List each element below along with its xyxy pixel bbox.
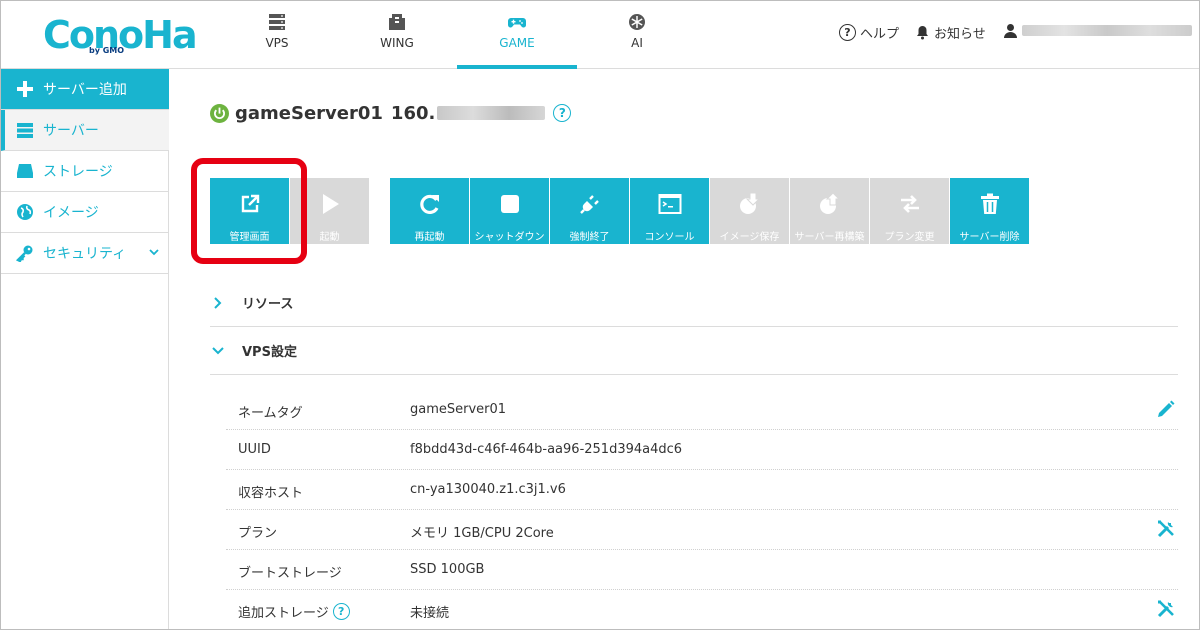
key-icon	[15, 244, 35, 262]
server-title: gameServer01 160. ?	[210, 101, 572, 125]
section-vps-settings-header[interactable]: VPS設定	[210, 327, 1178, 375]
gamepad-icon	[508, 18, 526, 28]
sidebar-item-server[interactable]: サーバー	[1, 110, 169, 151]
sidebar-item-storage[interactable]: ストレージ	[1, 151, 169, 192]
row-label: UUID	[238, 442, 271, 457]
storage-icon	[15, 162, 35, 180]
user-email-redacted	[1022, 25, 1192, 36]
server-stack-icon	[269, 14, 285, 30]
stop-icon	[498, 192, 522, 216]
wrench-icon[interactable]	[1156, 519, 1176, 539]
sidebar-item-security[interactable]: セキュリティ	[1, 233, 169, 274]
nav-wing[interactable]: WING	[337, 1, 457, 69]
chevron-down-icon	[212, 346, 224, 354]
nav-vps[interactable]: VPS	[217, 1, 337, 69]
page-frame: ConoHa by GMO VPS WING GAME AI ? ヘルプ お知ら…	[0, 0, 1200, 630]
sidebar-item-label: サーバー追加	[43, 82, 127, 98]
nav-game-label: GAME	[499, 36, 535, 50]
row-label: プラン	[238, 526, 278, 541]
nav-ai[interactable]: AI	[577, 1, 697, 69]
change-plan-button[interactable]: プラン変更	[870, 178, 949, 244]
highlight-annotation-box	[191, 158, 307, 264]
question-circle-icon[interactable]: ?	[332, 603, 350, 620]
power-status-icon	[210, 103, 229, 123]
conoha-logo[interactable]: ConoHa by GMO	[43, 13, 198, 59]
pencil-icon[interactable]	[1156, 399, 1176, 419]
settings-row-uuid: UUID f8bdd43d-c46f-464b-aa96-251d394a4dc…	[226, 430, 1178, 470]
row-value: cn-ya130040.z1.c3j1.v6	[410, 482, 566, 497]
server-ip-prefix: 160.	[390, 102, 436, 124]
sidebar-item-label: ストレージ	[43, 164, 113, 180]
sidebar-item-label: サーバー	[43, 123, 99, 139]
row-value: f8bdd43d-c46f-464b-aa96-251d394a4dc6	[410, 442, 683, 457]
trash-icon	[978, 192, 1002, 216]
chevron-down-icon	[149, 249, 159, 256]
row-label: 収容ホスト	[238, 486, 304, 501]
server-name: gameServer01	[235, 102, 383, 124]
save-image-button[interactable]: イメージ保存	[710, 178, 789, 244]
delete-server-button[interactable]: サーバー削除	[950, 178, 1029, 244]
plus-icon	[15, 80, 35, 98]
shutdown-button[interactable]: シャットダウン	[470, 178, 549, 244]
user-icon	[1004, 24, 1017, 38]
wing-building-icon	[389, 14, 405, 30]
nav-vps-label: VPS	[265, 36, 289, 50]
nav-ai-label: AI	[631, 36, 643, 50]
settings-row-plan: プラン メモリ 1GB/CPU 2Core	[226, 510, 1178, 550]
plug-icon	[578, 192, 602, 216]
bell-icon	[917, 26, 928, 40]
play-icon	[318, 192, 342, 216]
user-menu[interactable]	[1003, 23, 1192, 38]
top-header: ConoHa by GMO VPS WING GAME AI ? ヘルプ お知ら…	[1, 1, 1199, 69]
globe-icon	[15, 203, 35, 221]
settings-row-additional-storage: 追加ストレージ ? 未接続	[226, 590, 1178, 629]
server-ip-redacted	[437, 106, 546, 120]
row-label: ブートストレージ	[238, 566, 342, 581]
sidebar-item-label: セキュリティ	[43, 246, 127, 262]
row-value: SSD 100GB	[410, 562, 485, 577]
section-resources-header[interactable]: リソース	[210, 279, 1178, 327]
row-label: 追加ストレージ ?	[238, 602, 350, 621]
settings-row-nametag: ネームタグ gameServer01	[226, 390, 1178, 430]
row-value: gameServer01	[410, 402, 507, 417]
rebuild-server-button[interactable]: サーバー再構築	[790, 178, 869, 244]
row-value: 未接続	[410, 606, 450, 621]
settings-row-boot-storage: ブートストレージ SSD 100GB	[226, 550, 1178, 590]
settings-row-host: 収容ホスト cn-ya130040.z1.c3j1.v6	[226, 470, 1178, 510]
image-save-icon	[738, 192, 762, 216]
wrench-icon[interactable]	[1156, 599, 1176, 619]
question-circle-icon[interactable]: ?	[553, 104, 572, 122]
console-button[interactable]: コンソール	[630, 178, 709, 244]
row-value: メモリ 1GB/CPU 2Core	[410, 526, 554, 541]
nav-wing-label: WING	[380, 36, 414, 50]
help-link[interactable]: ? ヘルプ	[839, 23, 899, 42]
chevron-right-icon	[214, 296, 222, 309]
console-icon	[658, 192, 682, 216]
question-circle-icon: ?	[839, 24, 856, 41]
rebuild-icon	[818, 192, 842, 216]
swap-icon	[898, 192, 922, 216]
row-label: ネームタグ	[238, 406, 303, 421]
ai-snowflake-icon	[629, 14, 645, 30]
sidebar-item-image[interactable]: イメージ	[1, 192, 169, 233]
sidebar-item-add-server[interactable]: サーバー追加	[1, 69, 169, 110]
server-icon	[15, 121, 35, 139]
nav-game[interactable]: GAME	[457, 1, 577, 69]
restart-icon	[418, 192, 442, 216]
sidebar-item-label: イメージ	[43, 205, 99, 221]
force-stop-button[interactable]: 強制終了	[550, 178, 629, 244]
restart-button[interactable]: 再起動	[390, 178, 469, 244]
sidebar: サーバー追加 サーバー ストレージ イメージ セキュリティ	[1, 69, 169, 629]
notifications-link[interactable]: お知らせ	[915, 23, 986, 42]
